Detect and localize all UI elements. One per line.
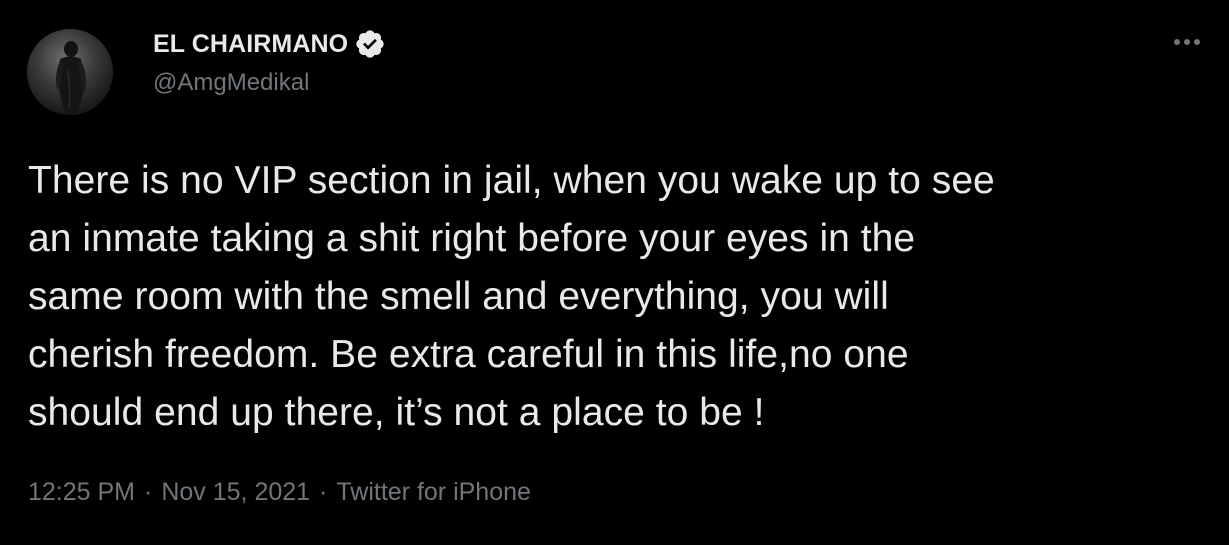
more-horizontal-icon — [1174, 39, 1200, 45]
tweet-date[interactable]: Nov 15, 2021 — [161, 478, 310, 507]
verified-badge-icon — [354, 28, 386, 60]
tweet-text: There is no VIP section in jail, when yo… — [28, 159, 995, 434]
tweet-metadata: 12:25 PM · Nov 15, 2021 · Twitter for iP… — [28, 478, 531, 507]
tweet-source[interactable]: Twitter for iPhone — [336, 478, 531, 507]
tweet-card: EL CHAIRMANO @AmgMedikal There is no VIP… — [0, 0, 1229, 545]
author-name-row[interactable]: EL CHAIRMANO — [153, 26, 386, 62]
avatar[interactable] — [27, 29, 113, 115]
separator-dot: · — [144, 478, 153, 506]
user-handle[interactable]: @AmgMedikal — [153, 69, 309, 97]
more-options-button[interactable] — [1167, 28, 1207, 56]
tweet-time[interactable]: 12:25 PM — [28, 478, 135, 507]
separator-dot: · — [319, 478, 328, 506]
display-name[interactable]: EL CHAIRMANO — [153, 30, 348, 59]
avatar-image — [27, 29, 113, 115]
